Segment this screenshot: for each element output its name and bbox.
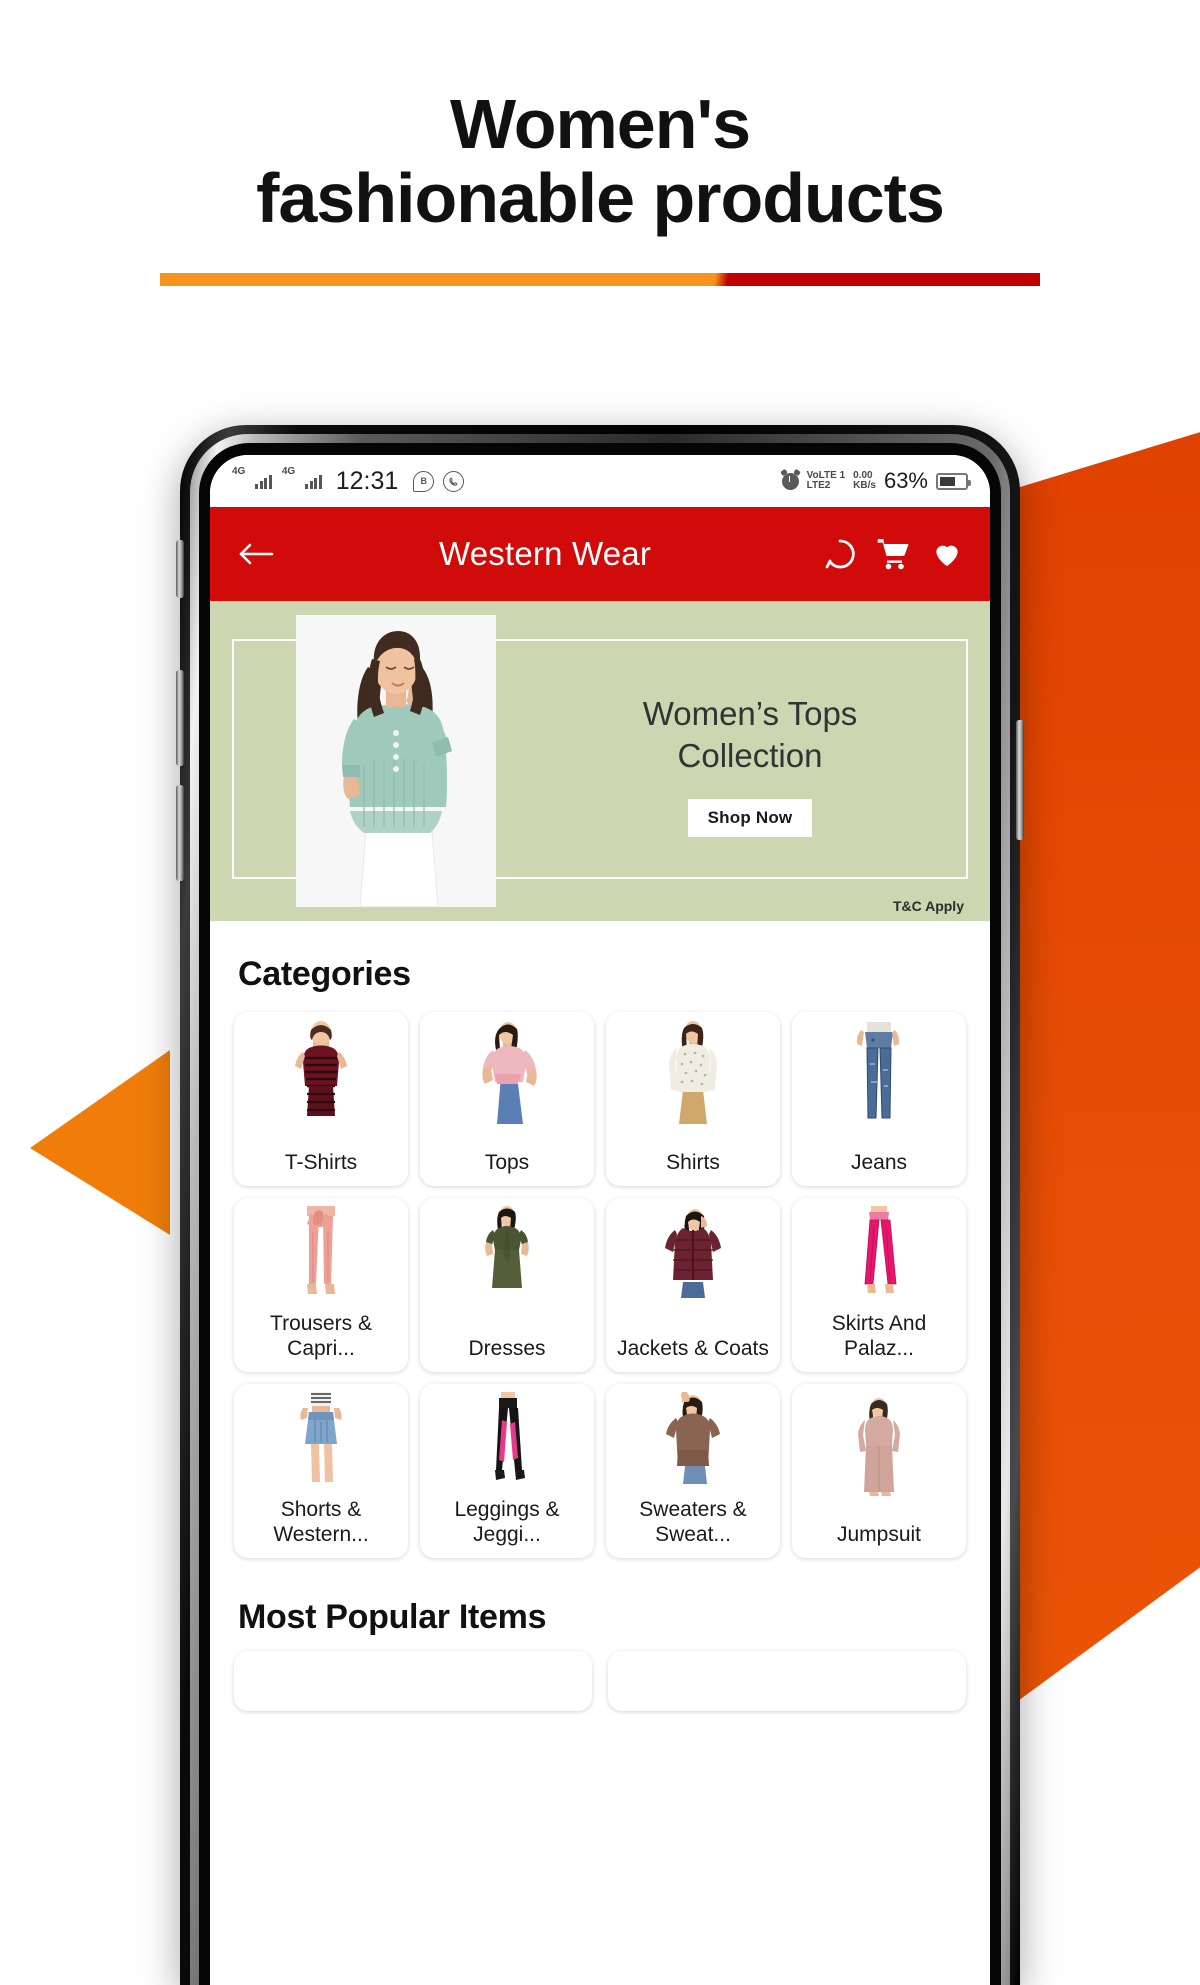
category-label: Jeans (850, 1151, 908, 1175)
category-card-sweaters-sweatshirts[interactable]: Sweaters & Sweat... (606, 1384, 780, 1558)
banner-text-block: Women’s Tops Collection Shop Now (540, 693, 960, 838)
category-card-shorts-western[interactable]: Shorts & Western... (234, 1384, 408, 1558)
whatsapp-icon (443, 470, 465, 492)
category-label: Shirts (666, 1151, 720, 1175)
background-shape-left-triangle (30, 1050, 170, 1235)
screen-content: Categories T-Shirts Tops Shirts Jeans Tr… (210, 921, 990, 1711)
category-card-jackets-coats[interactable]: Jackets & Coats (606, 1198, 780, 1372)
categories-section-title: Categories (238, 955, 411, 993)
data-rate-indicator: 0.00 KB/s (853, 470, 876, 491)
category-card-shirts[interactable]: Shirts (606, 1012, 780, 1186)
category-label: Tops (484, 1151, 530, 1175)
category-label: Sweaters & Sweat... (639, 1497, 747, 1547)
signal-bars-icon-1 (255, 473, 272, 489)
jacket-model-icon (612, 1206, 774, 1298)
page-title-line-2: fashionable products (256, 158, 945, 237)
sweater-model-icon (612, 1392, 774, 1484)
promo-banner[interactable]: Women’s Tops Collection Shop Now T&C App… (210, 601, 990, 921)
category-label: T-Shirts (284, 1151, 358, 1175)
search-icon[interactable] (824, 538, 856, 570)
banner-headline-line-1: Women’s Tops (642, 695, 858, 732)
volte-line-2: LTE2 (806, 480, 831, 491)
category-label: Skirts And Palaz... (831, 1311, 927, 1361)
page-title-line-1: Women's (449, 85, 751, 163)
battery-icon (936, 472, 971, 490)
skirt-model-icon (240, 1392, 402, 1484)
category-label: Trousers & Capri... (270, 1311, 372, 1361)
phone-mockup: 4G 4G 12:31 B VoLTE 1 LTE2 0.00 KB/s 63%… (176, 425, 1024, 1985)
category-card-leggings-jeggings[interactable]: Leggings & Jeggi... (420, 1384, 594, 1558)
category-card-t-shirts[interactable]: T-Shirts (234, 1012, 408, 1186)
popular-section-title: Most Popular Items (238, 1598, 547, 1636)
battery-percent-label: 63% (883, 468, 928, 493)
page-title: Women's fashionable products (0, 0, 1200, 235)
terms-and-conditions-label: T&C Apply (892, 898, 964, 914)
signal-bars-icon-2 (305, 473, 322, 489)
banner-model-photo (296, 615, 496, 907)
category-card-dresses[interactable]: Dresses (420, 1198, 594, 1372)
phone-button-volume-down[interactable] (176, 785, 184, 881)
title-underline-rule (160, 273, 1040, 286)
network-type-label-2: 4G (281, 465, 296, 477)
phone-button-volume-up[interactable] (176, 670, 184, 766)
popular-items-grid (234, 1651, 966, 1711)
alarm-icon (781, 472, 799, 490)
category-label: Shorts & Western... (273, 1497, 369, 1547)
phone-button-silent[interactable] (176, 540, 184, 598)
app-bar-title: Western Wear (438, 535, 652, 572)
dress-model-icon (426, 1206, 588, 1298)
category-label: Dresses (468, 1337, 546, 1361)
leggings-model-icon (426, 1392, 588, 1484)
category-card-trousers-capri[interactable]: Trousers & Capri... (234, 1198, 408, 1372)
shop-now-button[interactable]: Shop Now (687, 799, 813, 838)
shirt-model-icon (612, 1020, 774, 1124)
cart-icon[interactable] (876, 538, 910, 570)
banner-headline-line-2: Collection (677, 737, 823, 775)
status-bar-clock: 12:31 (335, 466, 399, 495)
tshirt-model-icon (240, 1020, 402, 1124)
category-card-skirts-palazzo[interactable]: Skirts And Palaz... (792, 1198, 966, 1372)
heart-icon[interactable] (930, 538, 964, 570)
phone-button-power[interactable] (1016, 720, 1024, 840)
category-card-jeans[interactable]: Jeans (792, 1012, 966, 1186)
categories-grid: T-Shirts Tops Shirts Jeans Trousers & Ca… (234, 1012, 966, 1558)
bluetooth-badge-icon: B (413, 470, 435, 492)
product-card[interactable] (234, 1651, 592, 1711)
phone-screen: 4G 4G 12:31 B VoLTE 1 LTE2 0.00 KB/s 63%… (210, 455, 990, 1985)
app-bar: Western Wear (210, 507, 990, 601)
jumpsuit-model-icon (798, 1392, 960, 1496)
category-label: Leggings & Jeggi... (454, 1497, 560, 1547)
page-header: Women's fashionable products (0, 0, 1200, 286)
top-model-icon (426, 1020, 588, 1124)
volte-indicator: VoLTE 1 LTE2 (806, 470, 846, 491)
category-label: Jumpsuit (836, 1523, 922, 1547)
category-card-tops[interactable]: Tops (420, 1012, 594, 1186)
product-card[interactable] (608, 1651, 966, 1711)
trousers-model-icon (240, 1206, 402, 1298)
status-bar: 4G 4G 12:31 B VoLTE 1 LTE2 0.00 KB/s 63% (210, 455, 990, 507)
data-rate-unit: KB/s (853, 480, 876, 491)
network-type-label-1: 4G (232, 465, 246, 477)
category-label: Jackets & Coats (617, 1337, 769, 1361)
category-card-jumpsuit[interactable]: Jumpsuit (792, 1384, 966, 1558)
palazzo-model-icon (798, 1206, 960, 1298)
jeans-model-icon (798, 1020, 960, 1124)
